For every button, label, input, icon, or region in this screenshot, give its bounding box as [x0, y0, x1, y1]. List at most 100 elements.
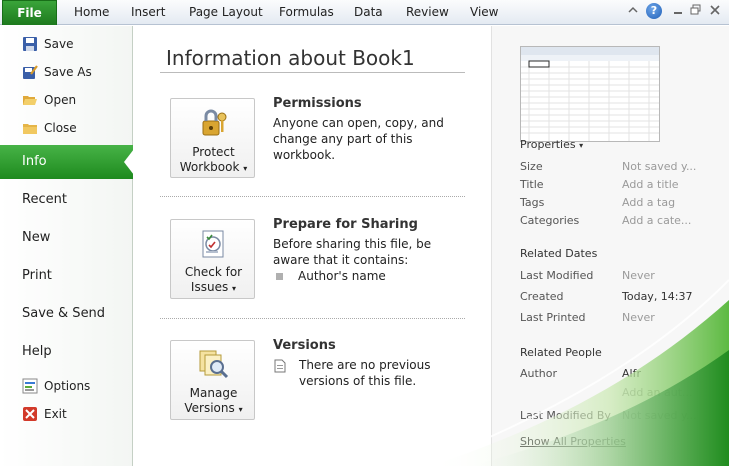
tab-file[interactable]: File [2, 0, 57, 25]
properties-dropdown[interactable]: Properties ▾ [520, 138, 583, 151]
nav-help-label: Help [22, 344, 52, 359]
sharing-bullet-author: Author's name [298, 269, 386, 283]
nav-recent[interactable]: Recent [0, 183, 133, 217]
manage-versions-label-1: Manage [189, 386, 238, 400]
related-dates-heading: Related Dates [520, 247, 598, 260]
dropdown-arrow-icon: ▾ [238, 405, 243, 414]
nav-help[interactable]: Help [0, 335, 133, 369]
tab-formulas[interactable]: Formulas [279, 5, 334, 19]
nav-info[interactable]: Info [0, 145, 133, 179]
protect-workbook-button[interactable]: Protect Workbook ▾ [170, 98, 255, 178]
title-divider [160, 72, 465, 73]
last-modified-value: Never [622, 269, 655, 282]
nav-save[interactable]: Save [0, 31, 133, 57]
check-for-issues-label-2-text: Issues [190, 280, 229, 294]
manage-versions-button[interactable]: Manage Versions ▾ [170, 340, 255, 420]
related-people-heading: Related People [520, 346, 602, 359]
backstage-nav: Save Save As Open Close Info Recent New … [0, 26, 133, 466]
close-window-icon[interactable] [709, 4, 721, 19]
categories-input[interactable]: Add a cate... [622, 214, 691, 227]
permissions-heading: Permissions [273, 96, 362, 111]
lock-key-icon [197, 107, 229, 139]
check-for-issues-button[interactable]: Check for Issues ▾ [170, 219, 255, 299]
versions-magnifier-icon [197, 349, 229, 381]
nav-recent-label: Recent [22, 192, 67, 207]
size-label: Size [520, 160, 543, 173]
created-label: Created [520, 290, 564, 303]
tab-data[interactable]: Data [354, 5, 383, 19]
author-value[interactable]: Alfr [622, 367, 641, 380]
ribbon-tab-bar: File Home Insert Page Layout Formulas Da… [0, 0, 729, 25]
size-value: Not saved y... [622, 160, 697, 173]
nav-new[interactable]: New [0, 221, 133, 255]
tab-view[interactable]: View [470, 5, 498, 19]
help-icon[interactable]: ? [646, 3, 662, 19]
tags-label: Tags [520, 196, 545, 209]
permissions-text: Anyone can open, copy, and change any pa… [273, 116, 444, 162]
nav-save-label: Save [44, 37, 74, 51]
nav-open[interactable]: Open [0, 87, 133, 113]
minimize-window-icon[interactable] [672, 4, 684, 19]
protect-workbook-label-2: Workbook ▾ [171, 160, 256, 176]
tab-home[interactable]: Home [74, 5, 109, 19]
title-label: Title [520, 178, 544, 191]
options-icon [22, 378, 38, 394]
nav-save-as[interactable]: Save As [0, 59, 133, 85]
tags-input[interactable]: Add a tag [622, 196, 675, 209]
dropdown-arrow-icon: ▾ [243, 164, 248, 173]
section-divider-2 [160, 318, 465, 319]
manage-versions-label-2-text: Versions [184, 401, 235, 415]
nav-save-send-label: Save & Send [22, 306, 106, 321]
nav-info-pointer [124, 149, 134, 175]
save-as-icon [22, 64, 38, 80]
exit-icon [22, 406, 38, 422]
nav-options[interactable]: Options [0, 373, 133, 399]
versions-text: There are no previous versions of this f… [299, 358, 431, 388]
open-folder-icon [22, 92, 38, 108]
tab-page-layout[interactable]: Page Layout [189, 5, 263, 19]
nav-exit[interactable]: Exit [0, 401, 133, 427]
categories-label: Categories [520, 214, 580, 227]
save-icon [22, 36, 38, 52]
last-modified-label: Last Modified [520, 269, 594, 282]
last-printed-value: Never [622, 311, 655, 324]
nav-print-label: Print [22, 268, 52, 283]
tab-review[interactable]: Review [406, 5, 449, 19]
minimize-ribbon-icon[interactable] [627, 4, 639, 19]
manage-versions-label-2: Versions ▾ [171, 401, 256, 417]
sharing-text: Before sharing this file, be aware that … [273, 237, 432, 267]
protect-workbook-label-2-text: Workbook [179, 160, 240, 174]
properties-heading: Properties [520, 138, 576, 151]
bullet-icon [276, 273, 283, 280]
nav-print[interactable]: Print [0, 259, 133, 293]
title-input[interactable]: Add a title [622, 178, 679, 191]
protect-workbook-label-1: Protect [192, 145, 235, 159]
nav-exit-label: Exit [44, 407, 67, 421]
nav-close-label: Close [44, 121, 77, 135]
restore-window-icon[interactable] [690, 4, 702, 19]
properties-pane: Properties ▾ Size Not saved y... Title A… [491, 26, 729, 466]
nav-options-label: Options [44, 379, 91, 393]
nav-close[interactable]: Close [0, 115, 133, 141]
nav-open-label: Open [44, 93, 77, 107]
dropdown-arrow-icon: ▾ [579, 141, 584, 150]
nav-save-send[interactable]: Save & Send [0, 297, 133, 331]
nav-save-as-label: Save As [44, 65, 92, 79]
last-printed-label: Last Printed [520, 311, 586, 324]
nav-info-label: Info [22, 154, 47, 169]
document-icon [274, 359, 286, 373]
dropdown-arrow-icon: ▾ [232, 284, 237, 293]
workbook-thumbnail[interactable] [520, 46, 660, 142]
section-divider-1 [160, 196, 465, 197]
check-for-issues-label-2: Issues ▾ [171, 280, 256, 296]
close-folder-icon [22, 120, 38, 136]
add-author-input[interactable]: Add an aut... [622, 386, 693, 399]
show-all-properties-link[interactable]: Show All Properties [520, 435, 626, 448]
checklist-icon [197, 228, 229, 260]
nav-new-label: New [22, 230, 51, 245]
last-modified-by-value: Not saved y... [622, 409, 697, 422]
check-for-issues-label-1: Check for [184, 265, 243, 279]
page-title: Information about Book1 [166, 46, 415, 70]
tab-insert[interactable]: Insert [131, 5, 165, 19]
created-value: Today, 14:37 [622, 290, 693, 303]
